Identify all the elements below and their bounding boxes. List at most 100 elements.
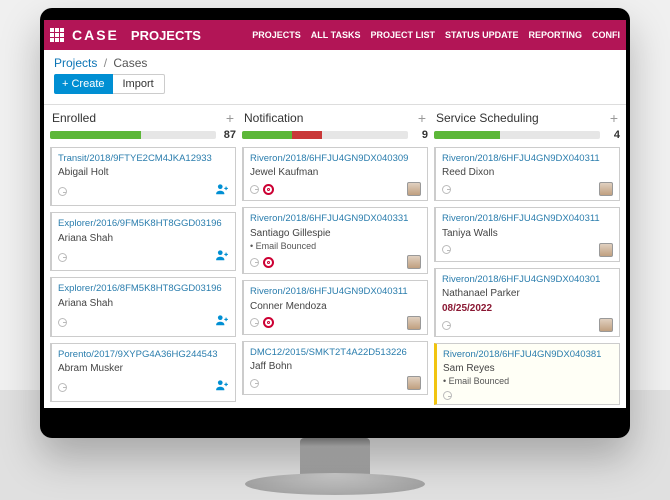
clock-icon xyxy=(58,187,67,196)
card-ref: Riveron/2018/6HFJU4GN9DX040301 xyxy=(442,274,613,286)
case-card[interactable]: Riveron/2018/6HFJU4GN9DX040381Sam Reyes•… xyxy=(434,343,620,405)
screen: CASE PROJECTS PROJECTS ALL TASKS PROJECT… xyxy=(44,20,626,408)
nav-project-list[interactable]: PROJECT LIST xyxy=(370,30,435,40)
card-ref: Porento/2017/9XYPG4A36HG244543 xyxy=(58,349,229,361)
import-button[interactable]: Import xyxy=(113,74,165,94)
avatar-icon[interactable] xyxy=(407,255,421,269)
target-icon xyxy=(263,184,274,195)
case-card[interactable]: Riveron/2018/6HFJU4GN9DX040311 Conner Men… xyxy=(242,280,428,334)
column-progress-row: 87 xyxy=(50,129,236,141)
breadcrumb-current: Cases xyxy=(113,56,147,70)
card-contact-name: Nathanael Parker xyxy=(442,287,613,300)
clock-icon xyxy=(58,383,67,392)
person-add-icon[interactable] xyxy=(215,378,229,397)
column-add-icon[interactable]: + xyxy=(226,111,234,125)
clock-icon xyxy=(58,253,67,262)
avatar-icon[interactable] xyxy=(599,318,613,332)
card-date: 08/25/2022 xyxy=(442,302,613,315)
card-footer xyxy=(250,376,421,390)
kanban-board: Enrolled +87 Transit/2018/9FTYE2CM4JKA1293… xyxy=(44,105,626,408)
column-add-icon[interactable]: + xyxy=(418,111,426,125)
card-contact-name: Ariana Shah xyxy=(58,232,229,245)
nav-all-tasks[interactable]: ALL TASKS xyxy=(311,30,361,40)
card-footer xyxy=(250,255,421,269)
card-ref: Riveron/2018/6HFJU4GN9DX040331 xyxy=(250,213,421,225)
case-card[interactable]: Riveron/2018/6HFJU4GN9DX040309Jewel Kauf… xyxy=(242,147,428,201)
card-ref: Riveron/2018/6HFJU4GN9DX040311 xyxy=(442,153,613,165)
breadcrumb-sep: / xyxy=(104,56,107,70)
clock-icon xyxy=(250,258,259,267)
card-contact-name: Ariana Shah xyxy=(58,297,229,310)
case-card[interactable]: Riveron/2018/6HFJU4GN9DX040311Reed Dixon xyxy=(434,147,620,201)
app-title: PROJECTS xyxy=(131,28,201,43)
avatar-icon[interactable] xyxy=(407,182,421,196)
avatar-icon[interactable] xyxy=(407,316,421,330)
card-footer xyxy=(58,248,229,267)
target-icon xyxy=(263,257,274,268)
card-contact-name: Reed Dixon xyxy=(442,166,613,179)
case-card[interactable]: Transit/2018/9FTYE2CM4JKA12933Abigail Ho… xyxy=(50,147,236,206)
card-contact-name: Taniya Walls xyxy=(442,227,613,240)
nav-projects[interactable]: PROJECTS xyxy=(252,30,301,40)
case-card[interactable]: Explorer/2016/8FM5K8HT8GGD03196Ariana Sh… xyxy=(50,277,236,336)
case-card[interactable]: Riveron/2018/6HFJU4GN9DX040301Nathanael … xyxy=(434,268,620,337)
column-add-icon[interactable]: + xyxy=(610,111,618,125)
column-header: Service Scheduling+ xyxy=(434,109,620,127)
column-count: 4 xyxy=(604,129,620,141)
clock-icon xyxy=(443,391,452,400)
card-footer xyxy=(442,182,613,196)
card-contact-name: Santiago Gillespie xyxy=(250,227,421,240)
card-footer xyxy=(250,182,421,196)
person-add-icon[interactable] xyxy=(215,182,229,201)
card-ref: Riveron/2018/6HFJU4GN9DX040309 xyxy=(250,153,421,165)
person-add-icon[interactable] xyxy=(215,248,229,267)
brand-logo: CASE xyxy=(72,27,119,43)
clock-icon xyxy=(442,321,451,330)
card-status-text: • Email Bounced xyxy=(250,241,421,253)
card-footer xyxy=(442,243,613,257)
person-add-icon[interactable] xyxy=(215,313,229,332)
card-contact-name: Jaff Bohn xyxy=(250,360,421,373)
column-title: Enrolled xyxy=(52,111,96,125)
card-footer xyxy=(442,318,613,332)
case-card[interactable]: Explorer/2016/9FM5K8HT8GGD03196 Ariana Sh… xyxy=(50,212,236,271)
card-footer xyxy=(58,182,229,201)
breadcrumb: Projects / Cases xyxy=(54,56,616,70)
case-card[interactable]: Riveron/2018/6HFJU4GN9DX040311 Taniya Wal… xyxy=(434,207,620,261)
card-contact-name: Abram Musker xyxy=(58,362,229,375)
column-header: Enrolled + xyxy=(50,109,236,127)
column-progress-row: 4 xyxy=(434,129,620,141)
card-ref: Riveron/2018/6HFJU4GN9DX040381 xyxy=(443,349,613,361)
card-footer xyxy=(58,378,229,397)
target-icon xyxy=(263,317,274,328)
case-card[interactable]: Riveron/2018/6HFJU4GN9DX040331 Santiago G… xyxy=(242,207,428,274)
card-ref: Explorer/2016/9FM5K8HT8GGD03196 xyxy=(58,218,229,230)
top-nav: PROJECTS ALL TASKS PROJECT LIST STATUS U… xyxy=(252,30,620,40)
avatar-icon[interactable] xyxy=(407,376,421,390)
column-progress-bar xyxy=(242,131,408,139)
case-card[interactable]: DMC12/2015/SMKT2T4A22D513226Jaff Bohn xyxy=(242,341,428,395)
clock-icon xyxy=(250,379,259,388)
kanban-column: Service Scheduling+ 4 Riveron/2018/6HFJU4G… xyxy=(434,109,620,408)
nav-config[interactable]: CONFI xyxy=(592,30,620,40)
app-launcher-icon[interactable] xyxy=(50,28,64,42)
create-button[interactable]: + Create xyxy=(54,74,113,94)
card-contact-name: Conner Mendoza xyxy=(250,300,421,313)
nav-reporting[interactable]: REPORTING xyxy=(528,30,582,40)
column-count: 9 xyxy=(412,129,428,141)
kanban-column: Enrolled +87 Transit/2018/9FTYE2CM4JKA1293… xyxy=(50,109,236,408)
card-ref: Riveron/2018/6HFJU4GN9DX040311 xyxy=(442,213,613,225)
nav-status-update[interactable]: STATUS UPDATE xyxy=(445,30,519,40)
card-ref: Transit/2018/9FTYE2CM4JKA12933 xyxy=(58,153,229,165)
case-card[interactable]: Porento/2017/9XYPG4A36HG244543Abram Musk… xyxy=(50,343,236,402)
card-footer xyxy=(443,391,613,400)
avatar-icon[interactable] xyxy=(599,182,613,196)
column-count: 87 xyxy=(220,129,236,141)
breadcrumb-root[interactable]: Projects xyxy=(54,56,97,70)
avatar-icon[interactable] xyxy=(599,243,613,257)
clock-icon xyxy=(442,245,451,254)
card-ref: Riveron/2018/6HFJU4GN9DX040311 xyxy=(250,286,421,298)
clock-icon xyxy=(250,185,259,194)
card-contact-name: Jewel Kaufman xyxy=(250,166,421,179)
column-progress-bar xyxy=(434,131,600,139)
